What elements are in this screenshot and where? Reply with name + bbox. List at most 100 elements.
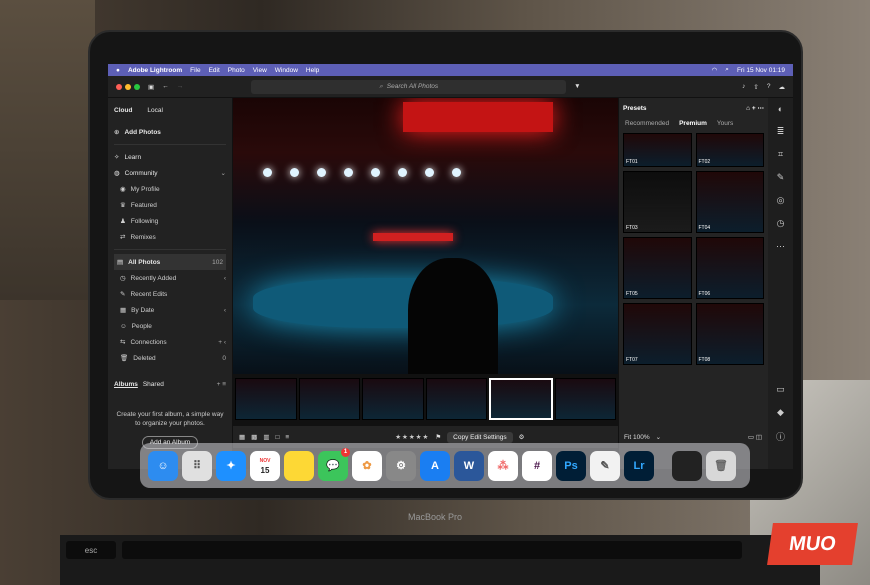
edit-panel-icon[interactable]: ◐ <box>778 104 783 114</box>
wifi-icon[interactable]: ◠ <box>712 66 718 74</box>
filmstrip-thumb[interactable] <box>298 378 360 420</box>
add-album-icon[interactable]: + ≡ <box>217 381 226 388</box>
finder-icon[interactable]: ☺ <box>148 450 178 481</box>
photos-icon[interactable]: ✿ <box>352 450 382 481</box>
tab-recommended[interactable]: Recommended <box>625 120 669 127</box>
sidebar-toggle-icon[interactable]: ▣ <box>148 83 154 91</box>
masking-icon[interactable]: ◎ <box>777 195 785 206</box>
tab-albums[interactable]: Albums <box>114 381 138 388</box>
sidebar-item-people[interactable]: ☺ People <box>114 318 226 334</box>
copy-edit-settings-button[interactable]: Copy Edit Settings <box>447 431 513 443</box>
clock[interactable]: Fri 15 Nov 01:19 <box>737 67 785 74</box>
detail-view-icon[interactable]: ▥ <box>263 433 269 441</box>
forward-arrow-icon[interactable]: → <box>177 83 184 90</box>
close-window-icon[interactable] <box>116 83 122 90</box>
notes-icon[interactable] <box>284 450 314 481</box>
trash-icon[interactable]: 🗑 <box>706 450 736 481</box>
share-icon[interactable]: ⇧ <box>753 83 758 91</box>
preset-tile[interactable]: FT07 <box>623 303 692 365</box>
apple-icon[interactable]: ● <box>116 67 120 74</box>
flag-icon[interactable]: ⚑ <box>435 433 441 441</box>
app-store-icon[interactable]: A <box>420 450 450 481</box>
filmstrip-thumb[interactable] <box>425 378 487 420</box>
filmstrip-thumb[interactable] <box>235 378 297 420</box>
menu-photo[interactable]: Photo <box>228 67 245 74</box>
help-icon[interactable]: ? <box>767 83 771 90</box>
sidebar-item-deleted[interactable]: 🗑 Deleted 0 <box>114 350 226 366</box>
zoom-level[interactable]: Fit 100% <box>624 434 650 441</box>
tab-yours[interactable]: Yours <box>717 120 733 127</box>
notifications-icon[interactable]: ♪ <box>742 83 745 90</box>
comment-icon[interactable]: ▭ <box>776 384 785 395</box>
safari-icon[interactable]: ✦ <box>216 450 246 481</box>
tag-icon[interactable]: ◆ <box>777 407 784 418</box>
preset-tile[interactable]: FT08 <box>695 303 764 365</box>
menu-help[interactable]: Help <box>306 67 319 74</box>
presets-actions-icon[interactable]: ⌂ + ⋯ <box>746 104 764 112</box>
square-grid-icon[interactable]: ▩ <box>251 433 257 441</box>
rating-stars[interactable]: ★★★★★ <box>395 433 429 441</box>
lightroom-icon[interactable]: Lr <box>624 450 654 481</box>
sidebar-item-recently-added[interactable]: ◷ Recently Added ‹ <box>114 270 226 286</box>
add-photos-button[interactable]: ⊕ Add Photos <box>114 124 226 140</box>
minimize-window-icon[interactable] <box>125 83 131 90</box>
textedit-icon[interactable]: ✎ <box>590 450 620 481</box>
filmstrip-thumb[interactable] <box>554 378 616 420</box>
menu-edit[interactable]: Edit <box>209 67 220 74</box>
settings-gear-icon[interactable]: ⚙ <box>519 433 525 441</box>
sidebar-item-featured[interactable]: ♛ Featured <box>114 197 226 213</box>
app-name[interactable]: Adobe Lightroom <box>128 67 182 74</box>
slack-icon[interactable]: # <box>522 450 552 481</box>
sidebar-item-community[interactable]: ◍ Community ⌄ <box>114 165 226 181</box>
launchpad-icon[interactable]: ⠿ <box>182 450 212 481</box>
grid-view-icon[interactable]: ▦ <box>239 433 245 441</box>
search-bar[interactable]: ⌕ Search All Photos <box>251 79 567 94</box>
loupe-photo[interactable] <box>233 98 618 374</box>
info-icon[interactable]: ⓘ <box>776 430 785 443</box>
asana-icon[interactable]: ⁂ <box>488 450 518 481</box>
preset-tile[interactable]: FT04 <box>695 171 764 233</box>
add-connection-icon[interactable]: + ‹ <box>218 339 226 346</box>
back-arrow-icon[interactable]: ← <box>162 83 169 90</box>
sidebar-item-all-photos[interactable]: ▤ All Photos 102 <box>114 254 226 270</box>
filmstrip-thumb[interactable] <box>362 378 424 420</box>
sidebar-item-learn[interactable]: ✧ Learn <box>114 149 226 165</box>
sort-icon[interactable]: ≡ <box>285 434 289 441</box>
sidebar-item-remixes[interactable]: ⇄ Remixes <box>114 229 226 245</box>
more-icon[interactable]: ⋯ <box>776 241 785 252</box>
word-icon[interactable]: W <box>454 450 484 481</box>
sidebar-item-my-profile[interactable]: ◉ My Profile <box>114 181 226 197</box>
sliders-icon[interactable]: ≣ <box>777 126 785 137</box>
preset-tile[interactable]: FT05 <box>623 237 692 299</box>
tab-local[interactable]: Local <box>147 107 163 114</box>
messages-icon[interactable]: 💬 1 <box>318 447 350 481</box>
sidebar-item-following[interactable]: ♟ Following <box>114 213 226 229</box>
chevron-down-icon[interactable]: ⌄ <box>656 433 661 441</box>
compare-view-icon[interactable]: ▭ ◫ <box>748 433 762 441</box>
preset-tile[interactable]: FT02 <box>695 133 764 167</box>
crop-icon[interactable]: ⌗ <box>778 149 783 160</box>
tab-shared[interactable]: Shared <box>143 381 164 388</box>
photoshop-icon[interactable]: Ps <box>556 450 586 481</box>
menu-view[interactable]: View <box>253 67 267 74</box>
filmstrip-thumb-selected[interactable] <box>489 378 553 420</box>
downloads-stack-icon[interactable] <box>672 450 702 481</box>
sidebar-item-connections[interactable]: ⇆ Connections + ‹ <box>114 334 226 350</box>
healing-icon[interactable]: ✎ <box>777 172 785 183</box>
single-view-icon[interactable]: □ <box>275 434 279 441</box>
tab-cloud[interactable]: Cloud <box>114 107 132 114</box>
filter-icon[interactable]: ▼ <box>574 83 580 90</box>
calendar-icon[interactable]: NOV 15 <box>250 450 280 481</box>
menu-window[interactable]: Window <box>275 67 298 74</box>
cloud-sync-icon[interactable]: ☁ <box>779 83 786 91</box>
preset-tile[interactable]: FT01 <box>623 133 692 167</box>
spotlight-icon[interactable]: ⌕ <box>725 66 729 74</box>
menu-file[interactable]: File <box>190 67 200 74</box>
preset-tile[interactable]: FT06 <box>695 237 764 299</box>
zoom-window-icon[interactable] <box>134 83 140 90</box>
tab-premium[interactable]: Premium <box>679 120 707 127</box>
sidebar-item-by-date[interactable]: ▦ By Date ‹ <box>114 302 226 318</box>
sidebar-item-recent-edits[interactable]: ✎ Recent Edits <box>114 286 226 302</box>
system-settings-icon[interactable]: ⚙ <box>386 450 416 481</box>
preset-tile[interactable]: FT03 <box>623 171 692 233</box>
